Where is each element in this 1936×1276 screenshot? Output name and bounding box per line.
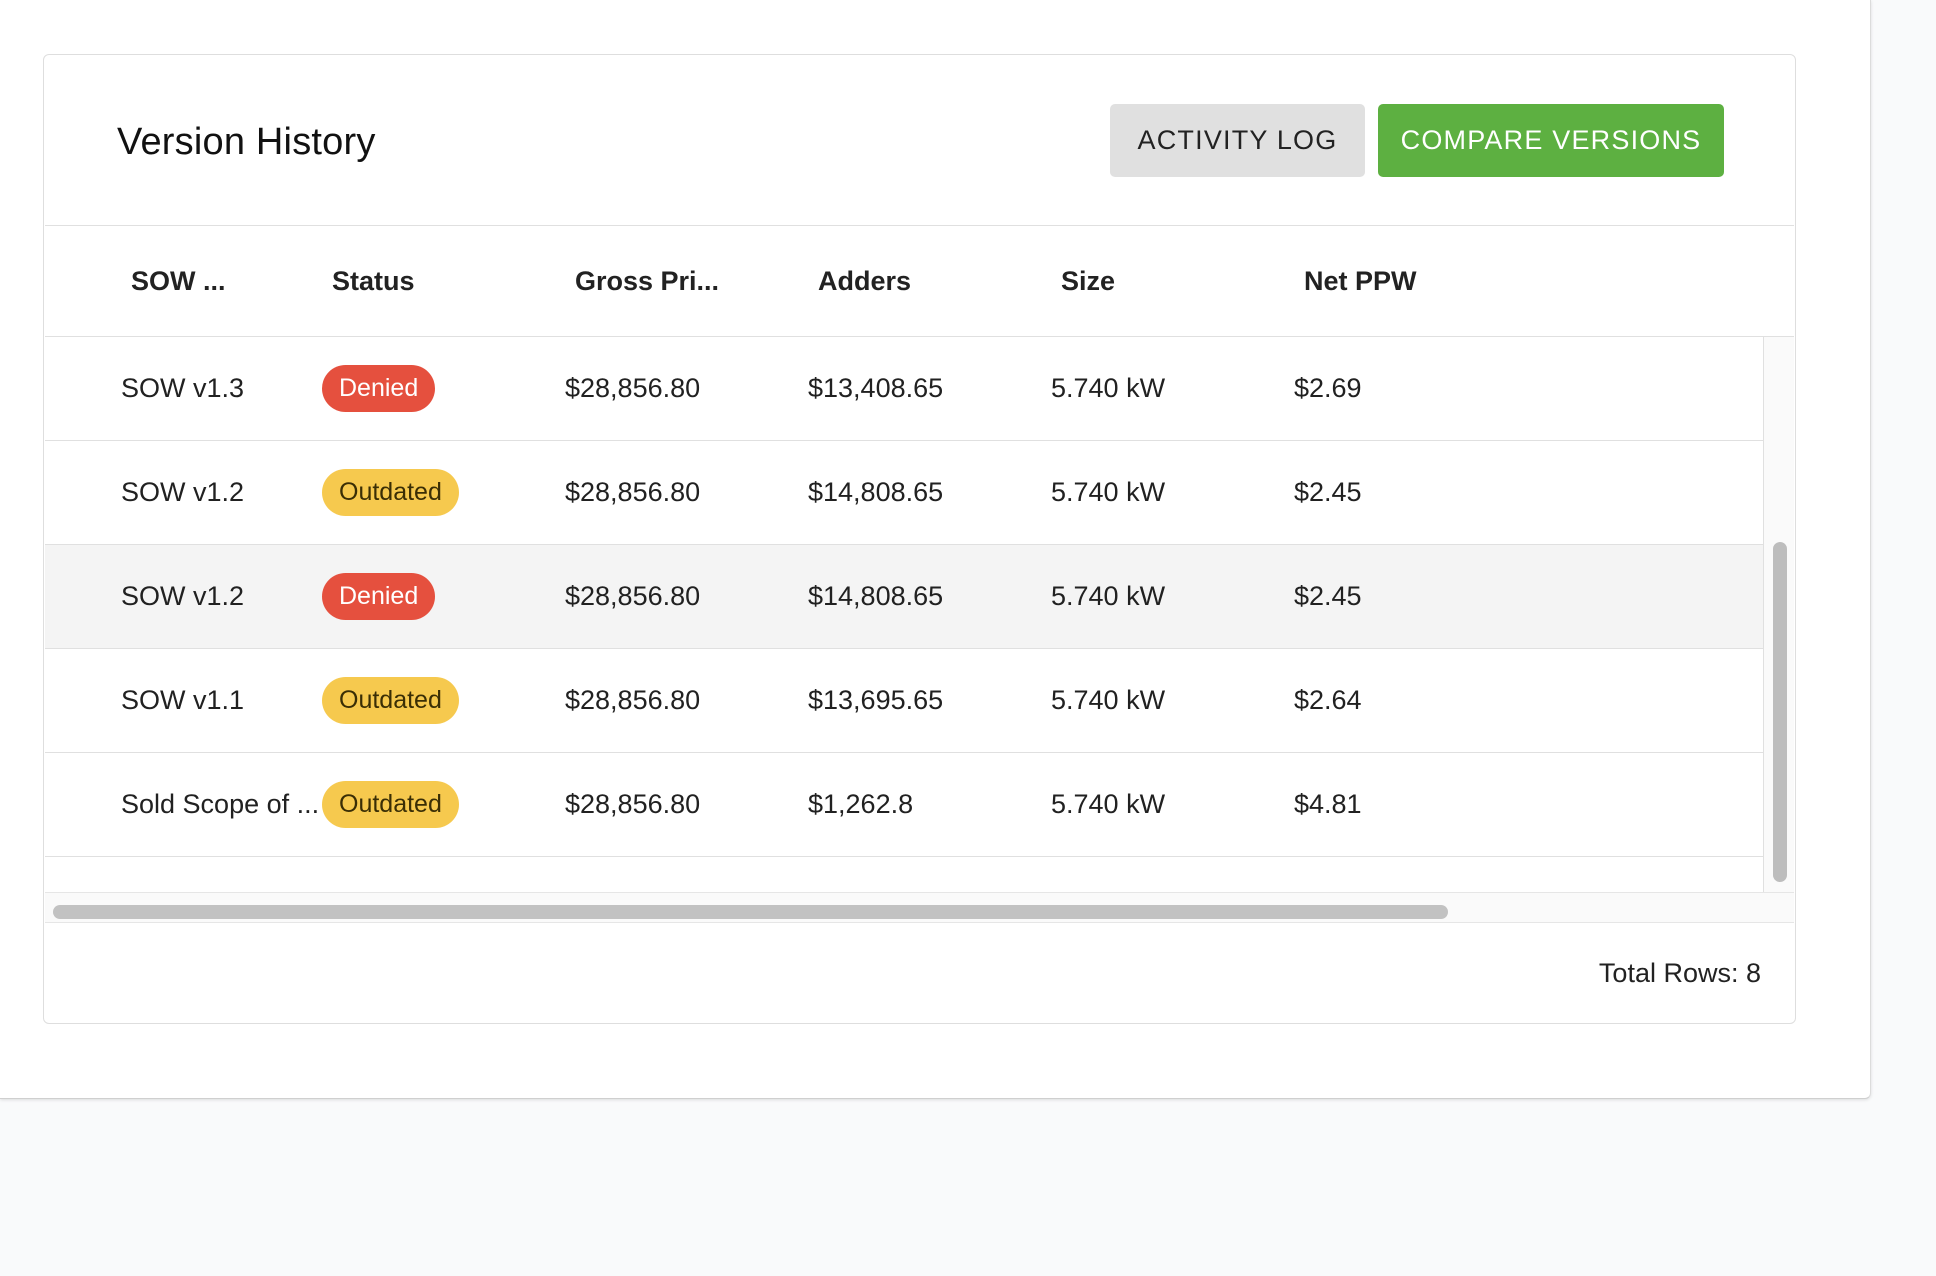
sow-name-cell: SOW v1.1	[121, 685, 245, 715]
status-badge: Denied	[322, 365, 436, 412]
compare-versions-button[interactable]: COMPARE VERSIONS	[1378, 104, 1724, 177]
gross-price-cell: $28,856.80	[565, 373, 701, 403]
page-panel: Version History ACTIVITY LOG COMPARE VER…	[0, 0, 1871, 1099]
size-cell: 5.740 kW	[1051, 373, 1166, 403]
sow-name-cell: SOW v1.3	[121, 373, 245, 403]
adders-cell: $14,808.65	[808, 581, 944, 611]
size-cell: 5.740 kW	[1051, 581, 1166, 611]
adders-cell: $1,262.8	[808, 789, 914, 819]
table-footer: Total Rows: 8	[45, 922, 1794, 1023]
activity-log-button[interactable]: ACTIVITY LOG	[1110, 104, 1365, 177]
column-header-net-ppw[interactable]: Net PPW	[1304, 226, 1417, 336]
status-badge: Outdated	[322, 469, 459, 516]
vertical-scrollbar-thumb[interactable]	[1773, 542, 1787, 882]
gross-price-cell: $28,856.80	[565, 581, 701, 611]
adders-cell: $14,808.65	[808, 477, 944, 507]
sow-name-cell: SOW v1.2	[121, 581, 245, 611]
gross-price-cell: $28,856.80	[565, 789, 701, 819]
gross-price-cell: $28,856.80	[565, 477, 701, 507]
status-badge: Outdated	[322, 677, 459, 724]
adders-cell: $13,408.65	[808, 373, 944, 403]
net-ppw-cell: $2.45	[1294, 477, 1362, 507]
size-cell: 5.740 kW	[1051, 789, 1166, 819]
version-history-card: Version History ACTIVITY LOG COMPARE VER…	[43, 54, 1796, 1024]
sow-name-cell: Sold Scope of ...	[121, 789, 320, 819]
table-header: SOW ... Status Gross Pri... Adders Size …	[45, 226, 1794, 337]
table-row[interactable]: Sold Scope of ... Outdated $28,856.80 $1…	[45, 753, 1763, 857]
net-ppw-cell: $4.81	[1294, 789, 1362, 819]
gross-price-cell: $28,856.80	[565, 685, 701, 715]
size-cell: 5.740 kW	[1051, 477, 1166, 507]
column-header-adders[interactable]: Adders	[818, 226, 911, 336]
page-title: Version History	[117, 121, 376, 163]
net-ppw-cell: $2.64	[1294, 685, 1362, 715]
table-row[interactable]: SOW v1.1 Outdated $28,856.80 $13,695.65 …	[45, 649, 1763, 753]
status-badge: Outdated	[322, 781, 459, 828]
column-header-size[interactable]: Size	[1061, 226, 1115, 336]
table-row[interactable]: SOW v1.3 Denied $28,856.80 $13,408.65 5.…	[45, 337, 1763, 441]
net-ppw-cell: $2.45	[1294, 581, 1362, 611]
adders-cell: $13,695.65	[808, 685, 944, 715]
table-row[interactable]: SOW v1.2 Outdated $28,856.80 $14,808.65 …	[45, 441, 1763, 545]
table-body: SOW v1.3 Denied $28,856.80 $13,408.65 5.…	[45, 337, 1764, 892]
horizontal-scrollbar-thumb[interactable]	[53, 905, 1448, 919]
net-ppw-cell: $2.69	[1294, 373, 1362, 403]
column-header-gross-price[interactable]: Gross Pri...	[575, 226, 719, 336]
column-header-sow[interactable]: SOW ...	[131, 226, 226, 336]
total-rows-count: Total Rows: 8	[1598, 958, 1761, 988]
status-badge: Denied	[322, 573, 436, 620]
version-table: SOW ... Status Gross Pri... Adders Size …	[45, 225, 1794, 1023]
sow-name-cell: SOW v1.2	[121, 477, 245, 507]
size-cell: 5.740 kW	[1051, 685, 1166, 715]
column-header-status[interactable]: Status	[332, 226, 415, 336]
table-row[interactable]: SOW v1.2 Denied $28,856.80 $14,808.65 5.…	[45, 545, 1763, 649]
